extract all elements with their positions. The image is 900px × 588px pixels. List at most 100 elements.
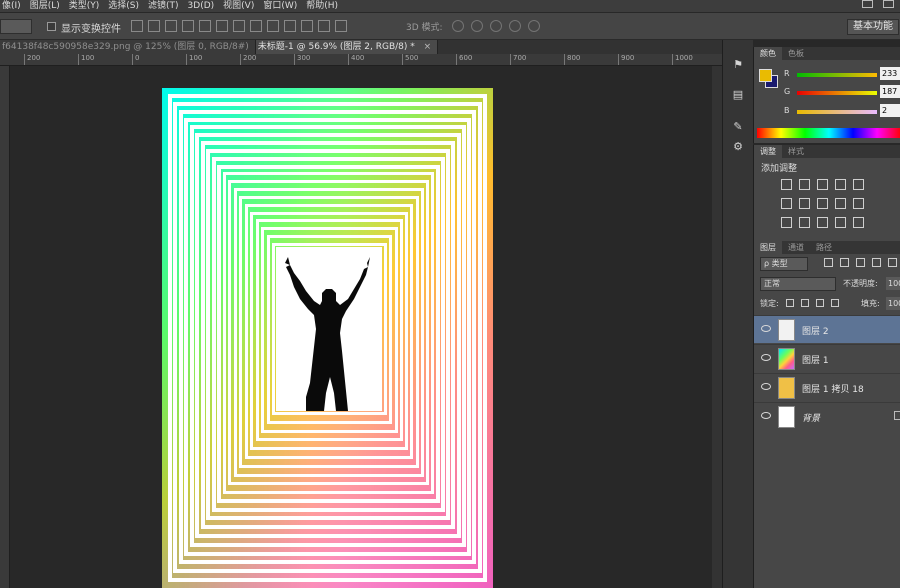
menu-help[interactable]: 帮助(H) xyxy=(304,0,345,12)
brightness-icon[interactable] xyxy=(781,179,792,190)
ruler-tick-label: 800 xyxy=(567,54,581,62)
rotate-3d-icon[interactable] xyxy=(452,20,464,32)
layer-kind-filter[interactable]: ρ 类型 xyxy=(760,257,808,271)
tab-color[interactable]: 颜色 xyxy=(754,47,782,60)
photo-filter-icon[interactable] xyxy=(835,198,846,209)
invert-icon[interactable] xyxy=(781,217,792,228)
foreground-color-swatch[interactable] xyxy=(759,69,772,82)
adjustments-panel-tabs: 调整 样式 xyxy=(754,145,900,158)
red-slider[interactable] xyxy=(797,73,877,77)
align-left-icon[interactable] xyxy=(182,20,194,32)
tool-presets-icon[interactable]: ⚙ xyxy=(731,140,745,154)
red-value[interactable]: 233 xyxy=(880,67,900,80)
align-top-icon[interactable] xyxy=(131,20,143,32)
visibility-eye-icon[interactable] xyxy=(761,383,771,390)
vertical-scrollbar[interactable] xyxy=(712,66,722,588)
align-hcenter-icon[interactable] xyxy=(199,20,211,32)
brush-icon[interactable]: ✎ xyxy=(731,120,745,134)
blue-value[interactable]: 2 xyxy=(880,104,900,117)
document-canvas[interactable] xyxy=(162,88,493,588)
green-slider[interactable] xyxy=(797,91,877,95)
layer-row[interactable]: 图层 1 xyxy=(754,344,900,372)
drag-3d-icon[interactable] xyxy=(490,20,502,32)
lock-buttons xyxy=(786,299,839,307)
tab-swatches[interactable]: 色板 xyxy=(782,47,810,60)
ruler-tick: 800 xyxy=(564,54,580,65)
align-bottom-icon[interactable] xyxy=(165,20,177,32)
color-spectrum[interactable] xyxy=(757,128,900,138)
type-filter-icon[interactable] xyxy=(856,258,865,267)
color-balance-icon[interactable] xyxy=(799,198,810,209)
distribute-hcenter-icon[interactable] xyxy=(301,20,313,32)
layer-row[interactable]: 图层 2 xyxy=(754,315,900,343)
levels-icon[interactable] xyxy=(799,179,810,190)
close-icon[interactable]: × xyxy=(424,42,432,52)
adjustment-filter-icon[interactable] xyxy=(840,258,849,267)
menu-select[interactable]: 选择(S) xyxy=(106,0,146,12)
posterize-icon[interactable] xyxy=(799,217,810,228)
smart-object-filter-icon[interactable] xyxy=(888,258,897,267)
distribute-right-icon[interactable] xyxy=(318,20,330,32)
curves-icon[interactable] xyxy=(817,179,828,190)
tab-paths[interactable]: 路径 xyxy=(810,241,838,254)
vibrance-icon[interactable] xyxy=(853,179,864,190)
menu-filter[interactable]: 滤镜(T) xyxy=(146,0,186,12)
auto-align-icon[interactable] xyxy=(335,20,347,32)
distribute-bottom-icon[interactable] xyxy=(267,20,279,32)
tab-styles[interactable]: 样式 xyxy=(782,145,810,158)
opacity-input[interactable]: 100 xyxy=(886,277,900,290)
document-tab-bar: f64138f48c590958e329.png @ 125% (图层 0, R… xyxy=(0,40,722,54)
menu-image[interactable]: 像(I) xyxy=(0,0,28,12)
black-white-icon[interactable] xyxy=(817,198,828,209)
show-transform-checkbox[interactable] xyxy=(47,22,56,31)
lock-position-icon[interactable] xyxy=(816,299,824,307)
canvas-area[interactable] xyxy=(10,66,722,588)
align-right-icon[interactable] xyxy=(216,20,228,32)
scale-3d-icon[interactable] xyxy=(528,20,540,32)
menu-window[interactable]: 窗口(W) xyxy=(261,0,304,12)
properties-icon[interactable]: ▤ xyxy=(731,88,745,102)
workspace-button[interactable]: 基本功能 xyxy=(847,19,899,35)
blue-slider[interactable] xyxy=(797,110,877,114)
green-value[interactable]: 187 xyxy=(880,85,900,98)
menu-layer[interactable]: 图层(L) xyxy=(28,0,67,12)
distribute-vcenter-icon[interactable] xyxy=(250,20,262,32)
minimize-icon[interactable] xyxy=(862,0,873,8)
restore-icon[interactable] xyxy=(883,0,894,8)
menu-view[interactable]: 视图(V) xyxy=(221,0,261,12)
blend-mode-select[interactable]: 正常 xyxy=(760,277,836,291)
visibility-eye-icon[interactable] xyxy=(761,325,771,332)
roll-3d-icon[interactable] xyxy=(471,20,483,32)
tab-adjustments[interactable]: 调整 xyxy=(754,145,782,158)
collapsed-panel-strip: ⚑ ▤ ✎ ⚙ xyxy=(722,40,753,588)
menu-type[interactable]: 类型(Y) xyxy=(67,0,107,12)
tab-layers[interactable]: 图层 xyxy=(754,241,782,254)
distribute-top-icon[interactable] xyxy=(233,20,245,32)
lock-pixels-icon[interactable] xyxy=(801,299,809,307)
history-icon[interactable]: ⚑ xyxy=(731,58,745,72)
tab-channels[interactable]: 通道 xyxy=(782,241,810,254)
lock-transparency-icon[interactable] xyxy=(786,299,794,307)
gradient-map-icon[interactable] xyxy=(835,217,846,228)
selective-color-icon[interactable] xyxy=(853,217,864,228)
distribute-left-icon[interactable] xyxy=(284,20,296,32)
layer-row[interactable]: 图层 1 拷贝 18 xyxy=(754,373,900,401)
threshold-icon[interactable] xyxy=(817,217,828,228)
channel-mixer-icon[interactable] xyxy=(853,198,864,209)
menu-3d[interactable]: 3D(D) xyxy=(186,0,222,12)
fill-input[interactable]: 100 xyxy=(886,297,900,310)
layer-row[interactable]: 背景 xyxy=(754,402,900,430)
tool-preset-picker[interactable] xyxy=(0,19,32,34)
layer-name: 图层 1 拷贝 18 xyxy=(802,385,864,395)
visibility-eye-icon[interactable] xyxy=(761,354,771,361)
pixel-filter-icon[interactable] xyxy=(824,258,833,267)
document-tab[interactable]: f64138f48c590958e329.png @ 125% (图层 0, R… xyxy=(0,40,256,54)
align-vcenter-icon[interactable] xyxy=(148,20,160,32)
visibility-eye-icon[interactable] xyxy=(761,412,771,419)
hue-saturation-icon[interactable] xyxy=(781,198,792,209)
exposure-icon[interactable] xyxy=(835,179,846,190)
shape-filter-icon[interactable] xyxy=(872,258,881,267)
document-tab-active[interactable]: 未标题-1 @ 56.9% (图层 2, RGB/8) * × xyxy=(255,40,439,54)
lock-all-icon[interactable] xyxy=(831,299,839,307)
slide-3d-icon[interactable] xyxy=(509,20,521,32)
